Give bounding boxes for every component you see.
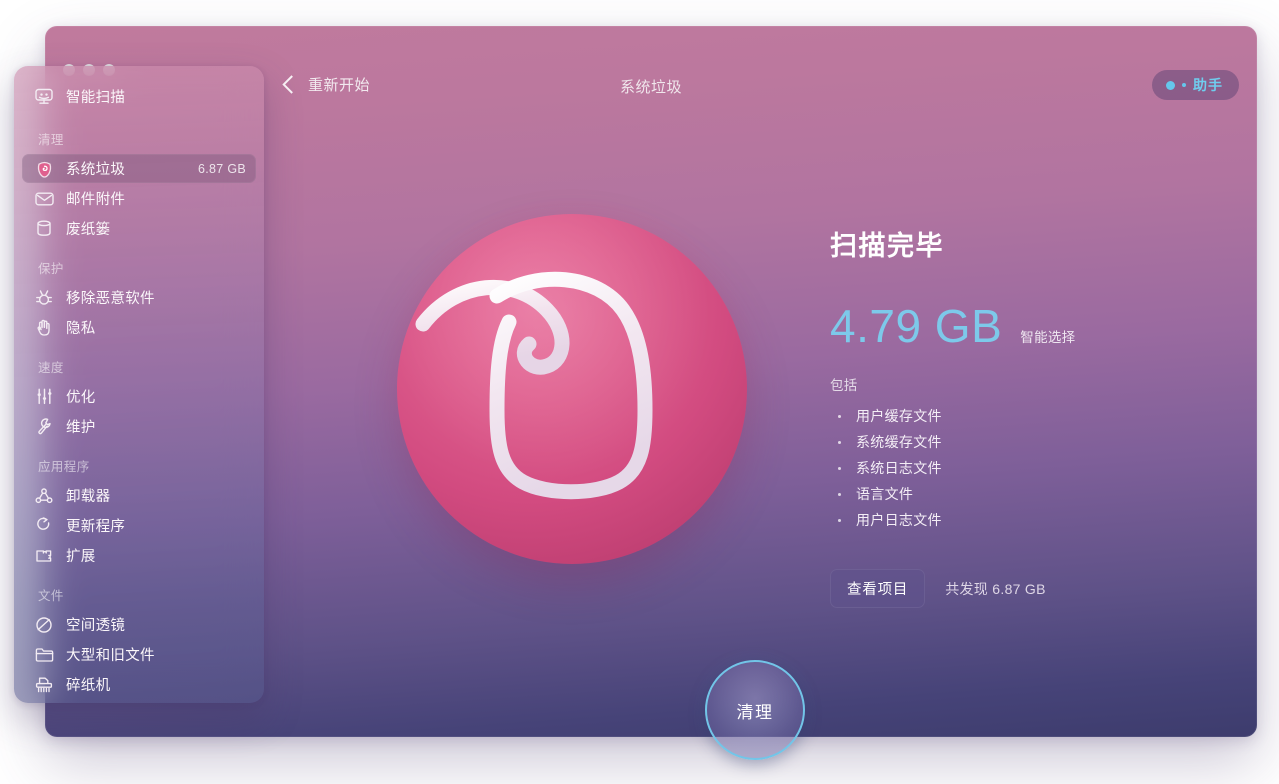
assistant-dot-large-icon <box>1166 80 1175 90</box>
sidebar-item-extensions[interactable]: 扩展 <box>22 541 256 570</box>
sidebar-item-label: 卸载器 <box>66 489 111 505</box>
sidebar-item-updater[interactable]: 更新程序 <box>22 511 256 540</box>
sidebar-item-optimization[interactable]: 优化 <box>22 382 256 411</box>
sidebar-item-label: 优化 <box>66 390 96 406</box>
sidebar-item-trash-bins[interactable]: 废纸篓 <box>22 214 256 243</box>
sidebar-item-label: 维护 <box>66 420 96 436</box>
content-area: 扫描完毕 4.79 GB 智能选择 包括 用户缓存文件 系统缓存文件 系统日志文… <box>309 96 1257 737</box>
list-item: 语言文件 <box>830 481 1230 507</box>
sidebar-item-label: 移除恶意软件 <box>66 291 155 307</box>
optimization-sliders-icon <box>32 388 56 406</box>
extensions-icon <box>32 547 56 565</box>
maintenance-wrench-icon <box>32 418 56 436</box>
sidebar-section-title-files: 文件 <box>38 589 64 603</box>
list-item: 用户日志文件 <box>830 507 1230 533</box>
sidebar-item-label: 系统垃圾 <box>66 162 126 178</box>
assistant-dot-small-icon <box>1182 83 1186 87</box>
list-item: 系统缓存文件 <box>830 429 1230 455</box>
trash-bins-icon <box>32 220 56 238</box>
smart-scan-icon <box>32 88 56 106</box>
sidebar-item-label: 扩展 <box>66 549 96 565</box>
space-lens-icon <box>32 616 56 634</box>
scan-status-title: 扫描完毕 <box>830 231 944 261</box>
sidebar-item-label: 更新程序 <box>66 519 126 535</box>
sidebar-item-label: 隐私 <box>66 321 96 337</box>
privacy-hand-icon <box>32 319 56 337</box>
found-total-label: 共发现 6.87 GB <box>945 580 1046 597</box>
sidebar-section-title-protection: 保护 <box>38 262 64 276</box>
clean-button-label: 清理 <box>736 702 774 722</box>
sidebar-item-label: 废纸篓 <box>66 222 111 238</box>
cleanmymac-logo <box>381 198 763 580</box>
list-item: 用户缓存文件 <box>830 403 1230 429</box>
sidebar-item-malware-removal[interactable]: 移除恶意软件 <box>22 283 256 312</box>
sidebar-section-title-applications: 应用程序 <box>38 460 90 474</box>
malware-removal-icon <box>32 289 56 307</box>
selected-size-value: 4.79 GB <box>830 300 1003 352</box>
selected-size-row: 4.79 GB 智能选择 <box>830 303 1230 349</box>
sidebar-item-large-old-files[interactable]: 大型和旧文件 <box>22 640 256 669</box>
selection-mode-label: 智能选择 <box>1020 330 1076 345</box>
logo-circle <box>397 214 747 564</box>
view-items-button[interactable]: 查看项目 <box>830 569 926 608</box>
sidebar-item-label: 邮件附件 <box>66 192 126 208</box>
sidebar-item-space-lens[interactable]: 空间透镜 <box>22 610 256 639</box>
screenshot-root: 重新开始 系统垃圾 助手 扫描完毕 4.79 GB 智能选择 包括 用户缓存文件… <box>0 0 1279 784</box>
uninstaller-icon <box>32 487 56 505</box>
sidebar-item-badge: 6.87 GB <box>198 161 246 176</box>
shredder-icon <box>32 676 56 694</box>
sidebar-item-uninstaller[interactable]: 卸载器 <box>22 481 256 510</box>
scan-results-panel: 扫描完毕 4.79 GB 智能选择 包括 用户缓存文件 系统缓存文件 系统日志文… <box>830 224 1230 608</box>
sidebar: 智能扫描 清理 系统垃圾 6.87 GB 邮件附件 废纸篓 保护 移除恶意软件 … <box>14 66 264 703</box>
sidebar-section-title-cleanup: 清理 <box>38 133 64 147</box>
clean-button-container: 清理 <box>691 646 819 774</box>
sidebar-item-shredder[interactable]: 碎纸机 <box>22 670 256 699</box>
sidebar-item-label: 碎纸机 <box>66 678 111 694</box>
assistant-label: 助手 <box>1193 77 1223 93</box>
system-junk-icon <box>32 160 56 178</box>
sidebar-item-smart-scan[interactable]: 智能扫描 <box>22 82 256 111</box>
clean-button[interactable]: 清理 <box>705 660 805 760</box>
sidebar-item-label: 空间透镜 <box>66 618 126 634</box>
updater-icon <box>32 517 56 535</box>
sidebar-item-system-junk[interactable]: 系统垃圾 6.87 GB <box>22 154 256 183</box>
sidebar-item-privacy[interactable]: 隐私 <box>22 313 256 342</box>
includes-list: 用户缓存文件 系统缓存文件 系统日志文件 语言文件 用户日志文件 <box>830 403 1230 533</box>
sidebar-inner: 智能扫描 清理 系统垃圾 6.87 GB 邮件附件 废纸篓 保护 移除恶意软件 … <box>14 66 264 699</box>
mail-attachments-icon <box>32 190 56 208</box>
sidebar-item-mail-attachments[interactable]: 邮件附件 <box>22 184 256 213</box>
sidebar-section-title-speed: 速度 <box>38 361 64 375</box>
actions-row: 查看项目 共发现 6.87 GB <box>830 569 1230 608</box>
sidebar-item-label: 智能扫描 <box>66 90 126 106</box>
includes-label: 包括 <box>830 378 858 393</box>
large-old-files-icon <box>32 646 56 664</box>
sidebar-item-label: 大型和旧文件 <box>66 648 155 664</box>
sidebar-item-maintenance[interactable]: 维护 <box>22 412 256 441</box>
list-item: 系统日志文件 <box>830 455 1230 481</box>
